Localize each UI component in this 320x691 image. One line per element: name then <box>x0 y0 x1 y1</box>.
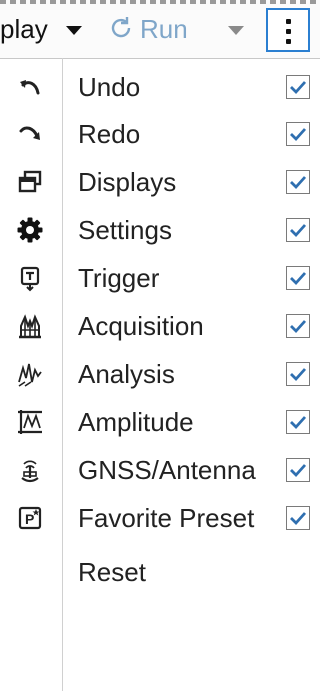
gear-icon <box>14 214 46 246</box>
menu-item-settings[interactable]: Settings <box>0 206 320 254</box>
amplitude-icon <box>14 406 46 438</box>
menu-item-label: Displays <box>78 167 177 197</box>
menu-item-gnss-antenna[interactable]: GNSS/Antenna <box>0 446 320 494</box>
gnss-antenna-checkbox[interactable] <box>286 458 310 482</box>
chevron-down-icon[interactable] <box>66 26 82 35</box>
menu-item-label: Amplitude <box>78 407 194 437</box>
antenna-icon <box>14 454 46 486</box>
menu-item-amplitude[interactable]: Amplitude <box>0 398 320 446</box>
menu-item-label: Redo <box>78 119 141 149</box>
menu-item-analysis[interactable]: Analysis <box>0 350 320 398</box>
run-button[interactable]: Run <box>140 14 188 44</box>
menu-item-favorite-preset[interactable]: P Favorite Preset <box>0 494 320 542</box>
favorite-preset-checkbox[interactable] <box>286 506 310 530</box>
more-options-button[interactable] <box>266 8 310 52</box>
acquisition-checkbox[interactable] <box>286 314 310 338</box>
toolbar: play Run <box>0 0 320 59</box>
undo-icon <box>14 71 46 103</box>
menu-item-label: Analysis <box>78 359 175 389</box>
settings-checkbox[interactable] <box>286 218 310 242</box>
menu-item-label: Settings <box>78 215 172 245</box>
display-menu-label[interactable]: play <box>0 14 48 44</box>
svg-text:P: P <box>25 511 34 527</box>
redo-icon <box>14 118 46 150</box>
run-chevron-down-icon[interactable] <box>228 26 244 35</box>
menu-item-displays[interactable]: Displays <box>0 158 320 206</box>
displays-checkbox[interactable] <box>286 170 310 194</box>
amplitude-checkbox[interactable] <box>286 410 310 434</box>
reset-label: Reset <box>78 557 146 587</box>
analysis-icon <box>14 358 46 390</box>
menu-item-redo[interactable]: Redo <box>0 110 320 158</box>
menu-item-label: Acquisition <box>78 311 204 341</box>
undo-checkbox[interactable] <box>286 75 310 99</box>
refresh-icon[interactable] <box>108 15 134 46</box>
toolbar-top-dashes <box>0 0 320 4</box>
trigger-checkbox[interactable] <box>286 266 310 290</box>
preset-icon: P <box>14 502 46 534</box>
menu-item-trigger[interactable]: Trigger <box>0 254 320 302</box>
menu-item-label: GNSS/Antenna <box>78 455 256 485</box>
displays-icon <box>14 166 46 198</box>
menu-item-label: Trigger <box>78 263 160 293</box>
menu-item-acquisition[interactable]: Acquisition <box>0 302 320 350</box>
analysis-checkbox[interactable] <box>286 362 310 386</box>
trigger-icon <box>14 262 46 294</box>
menu-item-undo[interactable]: Undo <box>0 63 320 111</box>
menu-item-label: Undo <box>78 72 141 102</box>
acquisition-icon <box>14 310 46 342</box>
menu-item-label: Favorite Preset <box>78 503 255 533</box>
menu-item-reset[interactable]: Reset <box>0 548 320 596</box>
redo-checkbox[interactable] <box>286 122 310 146</box>
